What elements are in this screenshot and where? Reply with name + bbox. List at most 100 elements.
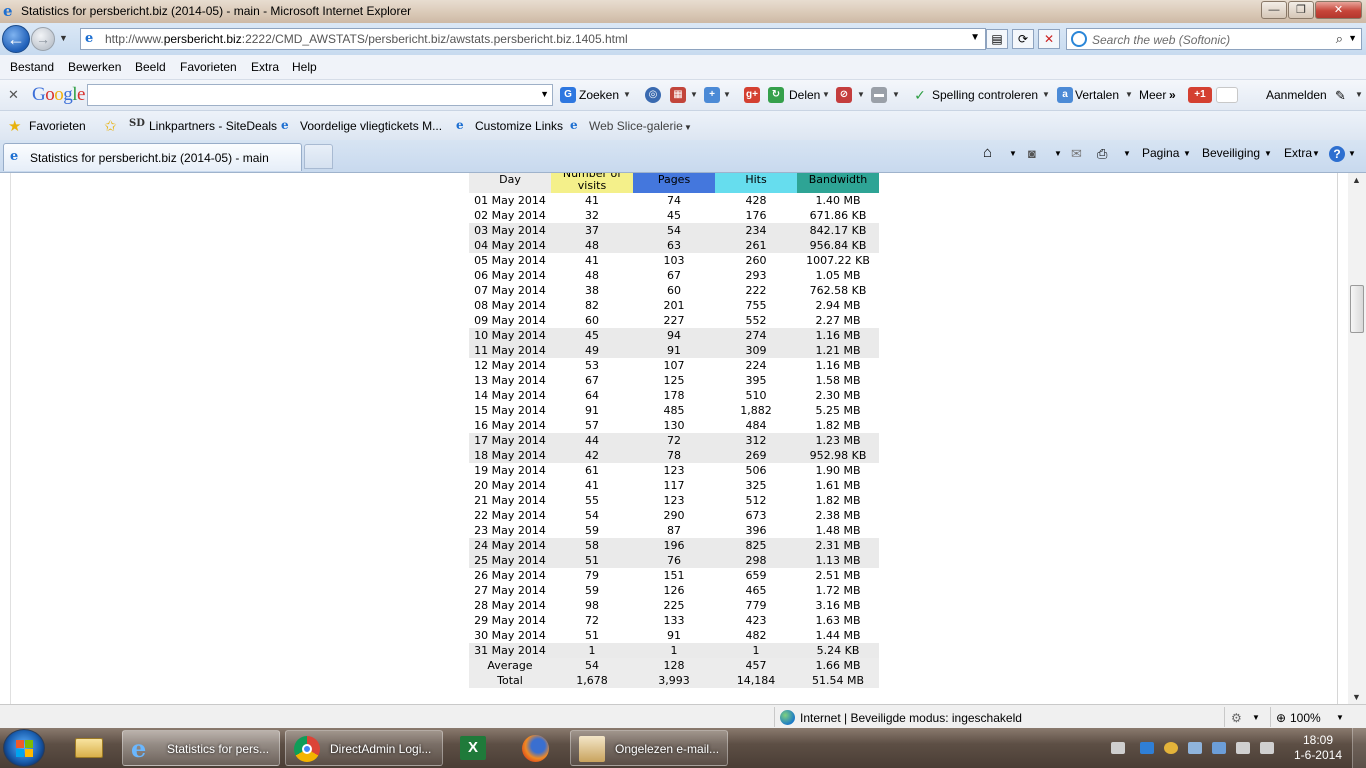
google-search-dropdown-icon[interactable]: ▼ (540, 89, 549, 99)
google-plus-icon[interactable]: g+ (744, 87, 760, 103)
google-search-icon[interactable]: G (560, 87, 576, 103)
extra-dropdown-icon[interactable]: ▼ (1312, 149, 1320, 158)
vertalen-button[interactable]: Vertalen (1075, 88, 1119, 102)
feed-dropdown-icon[interactable]: ▼ (1054, 149, 1062, 158)
popup-dropdown-icon[interactable]: ▼ (857, 90, 865, 99)
menu-bestand[interactable]: Bestand (10, 60, 54, 74)
news-dropdown-icon[interactable]: ▼ (690, 90, 698, 99)
more-chevron-icon[interactable]: » (1169, 88, 1176, 102)
spell-check-icon[interactable]: ✓ (912, 87, 928, 103)
translate-icon[interactable]: a (1057, 87, 1073, 103)
pagina-dropdown-icon[interactable]: ▼ (1183, 149, 1191, 158)
explorer-taskbar-icon[interactable] (67, 732, 111, 764)
close-button[interactable]: ✕ (1315, 1, 1362, 19)
plus-one-button[interactable]: +1 (1188, 87, 1212, 103)
new-tab-button[interactable] (304, 144, 333, 169)
zoom-level[interactable]: 100% (1290, 711, 1321, 725)
delen-button[interactable]: Delen (789, 88, 820, 102)
fav-link-vliegtickets[interactable]: Voordelige vliegtickets M... (300, 119, 442, 133)
tab-statistics[interactable]: e Statistics for persbericht.biz (2014-0… (3, 143, 302, 171)
vertical-scrollbar[interactable]: ▲ ▼ (1348, 173, 1366, 704)
recent-pages-dropdown-icon[interactable]: ▼ (59, 33, 68, 43)
menu-beeld[interactable]: Beeld (135, 60, 166, 74)
fav-link-web-slice[interactable]: Web Slice-galerie (589, 119, 683, 133)
network-tray-icon[interactable] (1212, 742, 1226, 754)
favorites-button[interactable]: Favorieten (29, 119, 86, 133)
refresh-icon[interactable]: ⟳ (1012, 29, 1034, 49)
show-desktop-button[interactable] (1352, 728, 1366, 768)
clock[interactable]: 18:09 1-6-2014 (1288, 733, 1348, 763)
maximize-button[interactable]: ❐ (1288, 1, 1314, 19)
spelling-dropdown-icon[interactable]: ▼ (1042, 90, 1050, 99)
chrome-tray-icon[interactable] (1164, 742, 1178, 754)
zoeken-dropdown-icon[interactable]: ▼ (623, 90, 631, 99)
popup-blocker-icon[interactable]: ⊘ (836, 87, 852, 103)
scroll-down-icon[interactable]: ▼ (1352, 692, 1361, 702)
firefox-taskbar-icon[interactable] (514, 732, 558, 764)
keyboard-dropdown-icon[interactable]: ▼ (892, 90, 900, 99)
keyboard-tray-icon[interactable] (1111, 742, 1125, 754)
taskbar-item-mail[interactable]: Ongelezen e-mail... (570, 730, 728, 766)
taskbar-item-ie[interactable]: e Statistics for pers... (122, 730, 280, 766)
vertalen-dropdown-icon[interactable]: ▼ (1125, 90, 1133, 99)
compatibility-view-icon[interactable]: ▤ (986, 29, 1008, 49)
fav-link-customize[interactable]: Customize Links (475, 119, 563, 133)
pagina-menu[interactable]: Pagina (1142, 146, 1179, 160)
globe-icon[interactable]: ◎ (645, 87, 661, 103)
fav-link-linkpartners[interactable]: Linkpartners - SiteDeals (149, 119, 277, 133)
menu-bewerken[interactable]: Bewerken (68, 60, 121, 74)
protected-dropdown-icon[interactable]: ▼ (1252, 713, 1260, 722)
close-toolbar-icon[interactable]: ✕ (8, 87, 19, 103)
search-box[interactable]: Search the web (Softonic) ⌕ ▼ (1066, 28, 1362, 50)
mail-icon[interactable]: ✉ (1071, 146, 1082, 162)
google-search-input[interactable]: ▼ (87, 84, 553, 106)
taskbar-item-chrome[interactable]: DirectAdmin Logi... (285, 730, 443, 766)
keyboard-icon[interactable]: ▬ (871, 87, 887, 103)
forward-button[interactable]: → (31, 27, 55, 51)
excel-taskbar-icon[interactable]: X (451, 732, 495, 764)
help-icon[interactable]: ? (1329, 146, 1345, 162)
zoom-dropdown-icon[interactable]: ▼ (1336, 713, 1344, 722)
address-bar[interactable]: e http://www.persbericht.biz:2222/CMD_AW… (80, 28, 986, 50)
zoeken-button[interactable]: Zoeken (579, 88, 619, 102)
spelling-button[interactable]: Spelling controleren (932, 88, 1038, 102)
print-dropdown-icon[interactable]: ▼ (1123, 149, 1131, 158)
delen-dropdown-icon[interactable]: ▼ (822, 90, 830, 99)
wrench-icon[interactable]: ✎ (1335, 88, 1346, 104)
volume-muted-tray-icon[interactable] (1260, 742, 1274, 754)
back-button[interactable]: ← (2, 25, 30, 53)
web-slice-dropdown-icon[interactable]: ▼ (684, 123, 692, 132)
menu-help[interactable]: Help (292, 60, 317, 74)
aanmelden-button[interactable]: Aanmelden (1266, 88, 1327, 102)
stop-icon[interactable]: ✕ (1038, 29, 1060, 49)
home-icon[interactable]: ⌂ (983, 144, 992, 161)
menu-favorieten[interactable]: Favorieten (180, 60, 237, 74)
add-favorite-icon[interactable]: ✩ (104, 117, 117, 135)
news-icon[interactable]: ▦ (670, 87, 686, 103)
action-center-tray-icon[interactable] (1236, 742, 1250, 754)
share-icon[interactable]: ↻ (768, 87, 784, 103)
beveiliging-menu[interactable]: Beveiliging (1202, 146, 1260, 160)
add-dropdown-icon[interactable]: ▼ (723, 90, 731, 99)
home-dropdown-icon[interactable]: ▼ (1009, 149, 1017, 158)
settings-dropdown-icon[interactable]: ▼ (1355, 90, 1363, 99)
extra-menu[interactable]: Extra (1284, 146, 1312, 160)
help-dropdown-icon[interactable]: ▼ (1348, 149, 1356, 158)
security-status[interactable]: Internet | Beveiligde modus: ingeschakel… (800, 711, 1022, 725)
beveiliging-dropdown-icon[interactable]: ▼ (1264, 149, 1272, 158)
zoom-icon[interactable]: ⊕ (1276, 711, 1286, 725)
start-button[interactable] (3, 729, 45, 767)
scroll-up-icon[interactable]: ▲ (1352, 175, 1361, 185)
search-icon[interactable]: ⌕ (1336, 31, 1343, 47)
add-button-icon[interactable]: + (704, 87, 720, 103)
protected-mode-icon[interactable]: ⚙ (1231, 711, 1242, 725)
minimize-button[interactable]: — (1261, 1, 1287, 19)
search-dropdown-icon[interactable]: ▼ (1348, 33, 1357, 43)
download-tray-icon[interactable] (1140, 742, 1154, 754)
scroll-thumb[interactable] (1350, 285, 1364, 333)
url-text[interactable]: http://www.persbericht.biz:2222/CMD_AWST… (105, 32, 628, 46)
rss-feed-icon[interactable]: ◙ (1028, 146, 1036, 161)
menu-extra[interactable]: Extra (251, 60, 279, 74)
meer-button[interactable]: Meer (1139, 88, 1166, 102)
display-tray-icon[interactable] (1188, 742, 1202, 754)
